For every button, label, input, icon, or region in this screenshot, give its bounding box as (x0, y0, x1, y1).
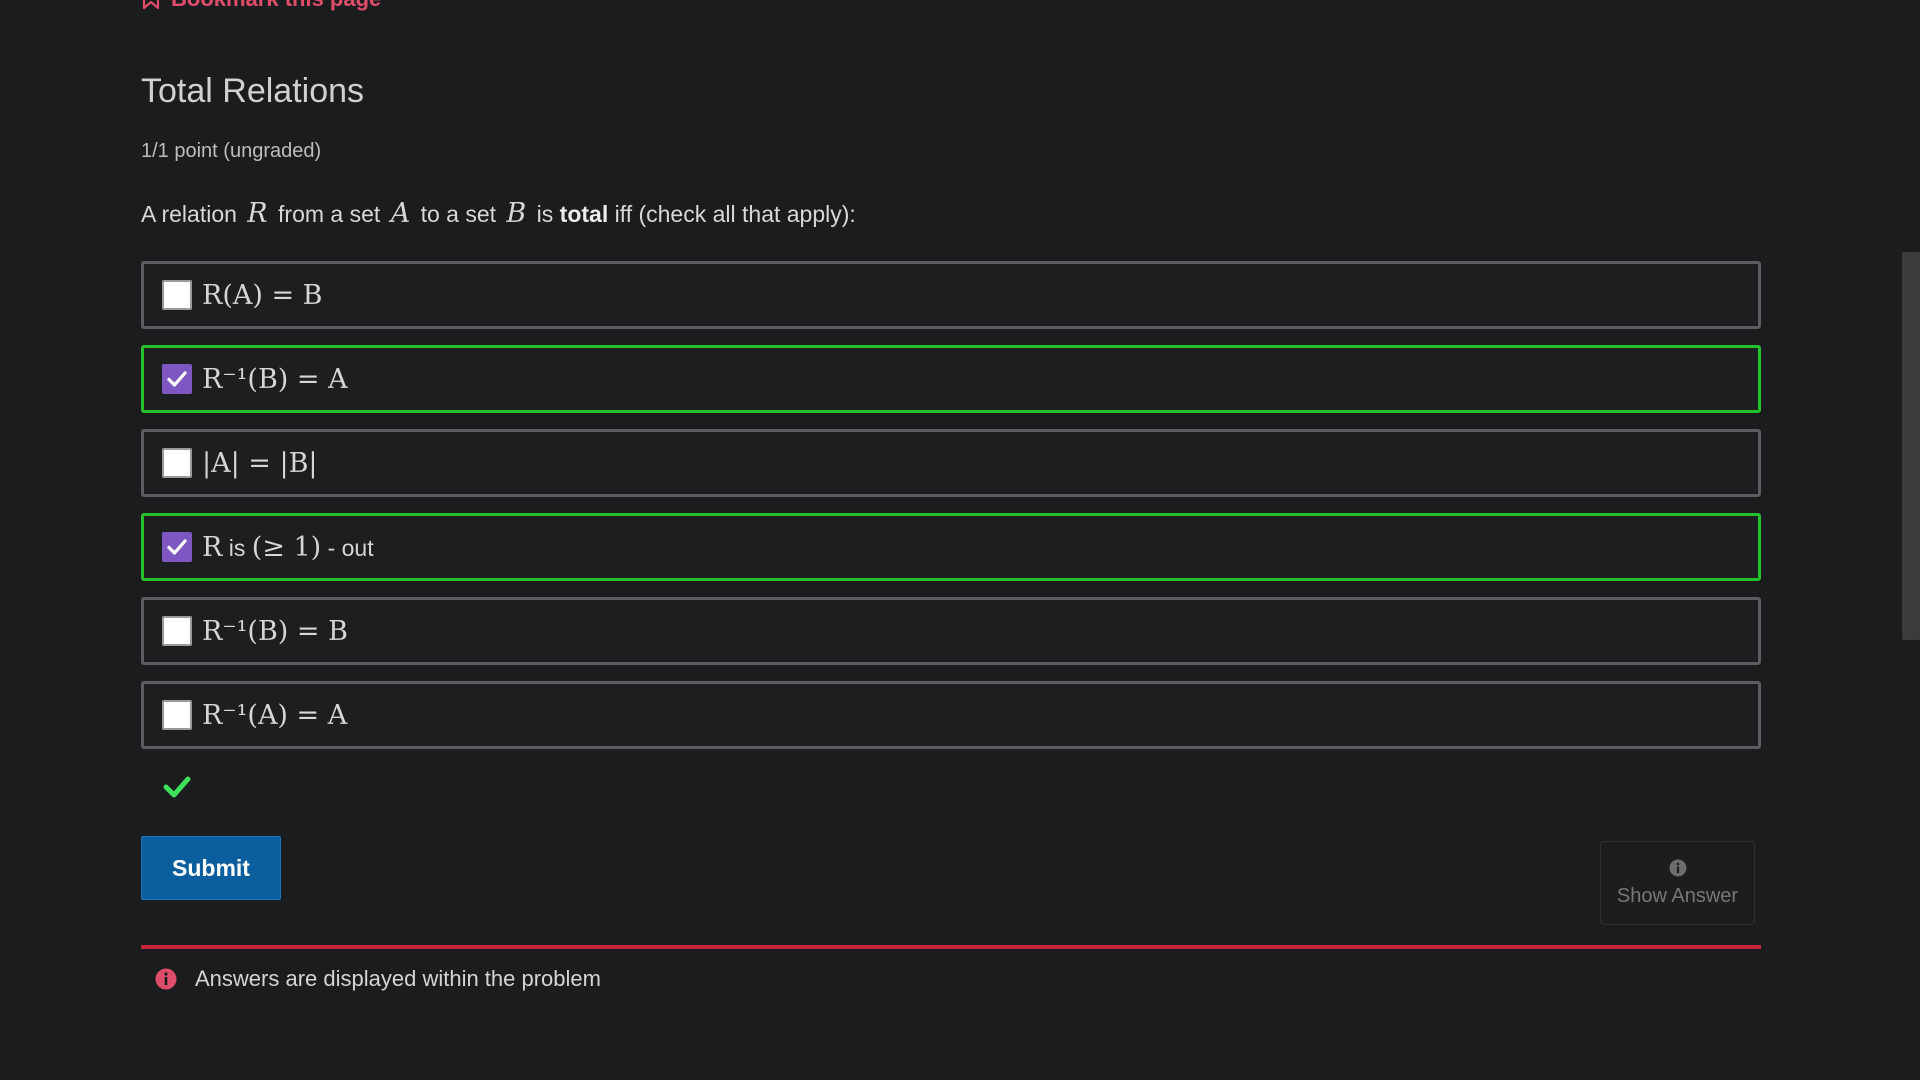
problem-title: Total Relations (141, 72, 365, 110)
checkbox[interactable] (162, 616, 192, 646)
notice-text: Answers are displayed within the problem (195, 966, 601, 991)
option-label: R is (≥ 1) - out (202, 532, 374, 563)
prompt-text: from a set (278, 201, 381, 227)
prompt-math: R (247, 198, 268, 229)
answer-notice: Answers are displayed within the problem (155, 966, 601, 992)
answer-option[interactable]: |A| = |B| (141, 429, 1761, 497)
info-icon (1669, 859, 1686, 876)
option-label: R⁻¹(B) = A (202, 363, 348, 395)
checkbox[interactable] (162, 448, 192, 478)
show-answer-button[interactable]: Show Answer (1600, 841, 1755, 925)
answer-option[interactable]: R is (≥ 1) - out (141, 513, 1761, 581)
checkbox[interactable] (162, 280, 192, 310)
show-answer-label: Show Answer (1616, 884, 1739, 907)
answer-option[interactable]: R⁻¹(B) = B (141, 597, 1761, 665)
checkbox[interactable] (162, 364, 192, 394)
points-label: 1/1 point (ungraded) (141, 140, 322, 162)
checkbox[interactable] (162, 700, 192, 730)
prompt-math: B (506, 198, 527, 229)
prompt-text: iff (check all that apply): (614, 201, 856, 227)
prompt-math: A (390, 198, 411, 229)
submit-button[interactable]: Submit (141, 836, 281, 900)
option-label: R⁻¹(B) = B (202, 615, 348, 647)
answer-option[interactable]: R(A) = B (141, 261, 1761, 329)
option-text: is (222, 534, 252, 561)
prompt-text: A relation (141, 201, 237, 227)
prompt-text: to a set (420, 201, 497, 227)
option-math: (≥ 1) (251, 531, 322, 563)
bookmark-link[interactable]: Bookmark this page (141, 0, 381, 12)
bookmark-label: Bookmark this page (171, 0, 381, 12)
option-label: R(A) = B (202, 279, 323, 311)
bookmark-icon (142, 0, 160, 10)
page: Bookmark this page Total Relations 1/1 p… (0, 0, 1920, 1080)
correct-check-icon (163, 776, 191, 798)
scrollbar-thumb[interactable] (1902, 252, 1920, 640)
option-label: |A| = |B| (202, 447, 318, 479)
answer-option[interactable]: R⁻¹(B) = A (141, 345, 1761, 413)
checkmark-icon (167, 371, 187, 387)
info-circle-icon (155, 968, 177, 990)
option-label: R⁻¹(A) = A (202, 699, 348, 731)
prompt-text: is (536, 201, 554, 227)
checkmark-icon (167, 539, 187, 555)
checkbox[interactable] (162, 532, 192, 562)
prompt-emphasis: total (559, 201, 609, 227)
answer-options: R(A) = B R⁻¹(B) = A |A| = |B| R is (≥ 1)… (141, 261, 1761, 765)
problem-prompt: A relation R from a set A to a set B is … (141, 198, 856, 229)
option-math: R (202, 531, 223, 563)
scrollbar[interactable] (1902, 0, 1920, 1080)
notice-divider (141, 945, 1761, 949)
option-text: - out (321, 534, 374, 561)
answer-option[interactable]: R⁻¹(A) = A (141, 681, 1761, 749)
